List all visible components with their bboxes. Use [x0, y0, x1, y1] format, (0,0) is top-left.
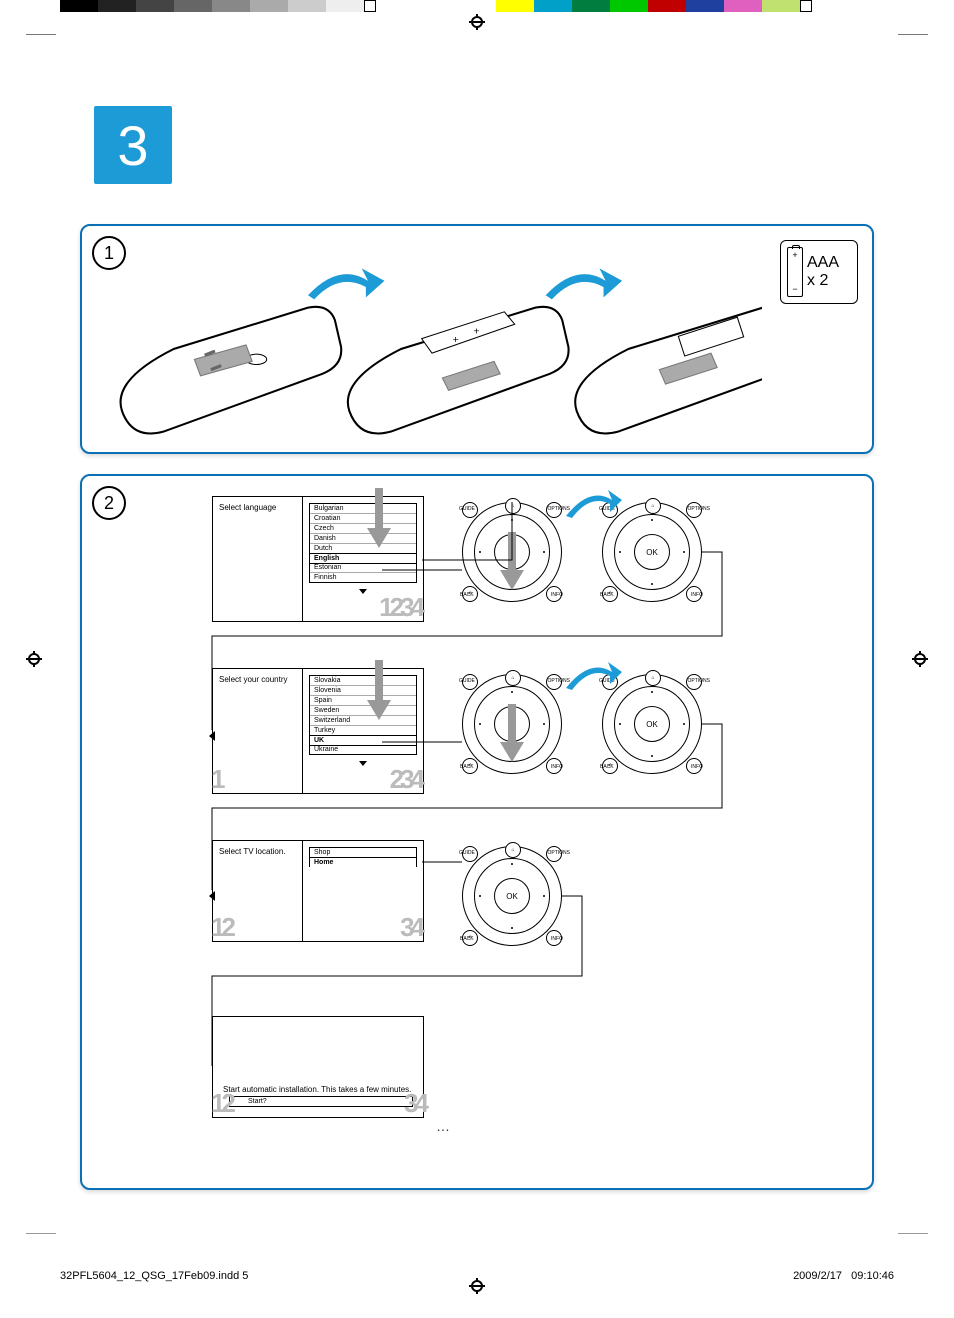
panel-batteries: 1 + − AAA x 2 [80, 224, 874, 454]
big-numbers: 12 [211, 912, 232, 943]
footer-file: 32PFL5604_12_QSG_17Feb09.indd 5 [60, 1270, 248, 1282]
list-item: Croatian [310, 514, 416, 524]
big-numbers: 12 [211, 1088, 232, 1119]
home-icon: ⌂ [645, 498, 661, 514]
navpad-ok: OK ↶ ⌂ GUIDE OPTIONS BACK INFO [462, 846, 562, 946]
country-list: Slovakia Slovenia Spain Sweden Switzerla… [309, 675, 417, 755]
crop-mark [898, 1233, 928, 1234]
big-numbers: 1234 [379, 592, 421, 623]
guide-label: GUIDE [459, 506, 475, 512]
page: 3 1 + − AAA x 2 [0, 0, 954, 1318]
list-item: Estonian [310, 563, 416, 573]
info-label: INFO [551, 764, 563, 770]
options-label: OPTIONS [547, 850, 570, 856]
battery-minus: − [792, 284, 797, 294]
list-item: Slovakia [310, 676, 416, 686]
navpad-scroll: ↶ ⌂ GUIDE OPTIONS BACK INFO [462, 674, 562, 774]
registration-mark-icon [469, 1278, 485, 1294]
menu-language: Select language Bulgarian Croatian Czech… [212, 496, 424, 622]
chevron-left-icon [209, 891, 215, 901]
back-label: BACK [460, 592, 474, 598]
chevron-down-icon [359, 589, 367, 594]
crop-mark [26, 34, 56, 64]
ellipsis: … [436, 1118, 453, 1134]
ok-button: OK [634, 706, 670, 742]
battery-plus: + [792, 250, 797, 260]
menu-install: 12 34 Start automatic installation. This… [212, 1016, 424, 1118]
registration-mark-icon [26, 651, 42, 667]
content: 3 1 + − AAA x 2 [60, 46, 894, 1268]
home-icon: ⌂ [505, 842, 521, 858]
info-label: INFO [551, 592, 563, 598]
list-item: Finnish [310, 573, 416, 582]
language-list: Bulgarian Croatian Czech Danish Dutch En… [309, 503, 417, 583]
options-label: OPTIONS [687, 506, 710, 512]
list-item: Danish [310, 534, 416, 544]
guide-label: GUIDE [459, 850, 475, 856]
battery-icon: + − [787, 247, 803, 297]
svg-text:+: + [453, 335, 459, 346]
options-label: OPTIONS [687, 678, 710, 684]
chevron-left-icon [209, 731, 215, 741]
guide-label: GUIDE [459, 678, 475, 684]
chevron-down-icon [359, 761, 367, 766]
menu-location: Select TV location. 12 Shop Home 34 [212, 840, 424, 942]
arrow-curve-icon [566, 490, 622, 520]
menu-title: Select language [219, 503, 276, 512]
home-icon: ⌂ [645, 670, 661, 686]
info-label: INFO [551, 936, 563, 942]
back-label: BACK [460, 764, 474, 770]
navpad-scroll: ↶ ⌂ GUIDE OPTIONS BACK INFO [462, 502, 562, 602]
arrow-down-icon [367, 488, 391, 548]
install-text: Start automatic installation. This takes… [223, 1085, 413, 1094]
arrow-curve-icon [566, 662, 622, 692]
remote-illustrations: + + [102, 256, 762, 442]
ok-button: OK [494, 878, 530, 914]
ok-button: OK [634, 534, 670, 570]
list-item: Ukraine [310, 745, 416, 754]
home-icon: ⌂ [505, 498, 521, 514]
location-list: Shop Home [309, 847, 417, 867]
panel-setup: 2 Select language Bulgarian Croatian Cze… [80, 474, 874, 1190]
menu-country: Select your country 1 Slovakia Slovenia … [212, 668, 424, 794]
svg-text:+: + [473, 327, 479, 338]
battery-label: AAA x 2 [807, 254, 839, 289]
battery-requirement: + − AAA x 2 [780, 240, 858, 304]
arrow-down-icon [500, 704, 524, 762]
arrow-down-icon [500, 532, 524, 590]
info-label: INFO [691, 592, 703, 598]
home-icon: ⌂ [505, 670, 521, 686]
registration-mark-icon [912, 651, 928, 667]
arrow-down-icon [367, 660, 391, 720]
menu-title: Select your country [219, 675, 287, 684]
list-item: Switzerland [310, 716, 416, 726]
substep-2: 2 [92, 486, 126, 520]
list-item: Bulgarian [310, 504, 416, 514]
info-label: INFO [691, 764, 703, 770]
calibration-bars [0, 0, 954, 12]
back-label: BACK [600, 592, 614, 598]
list-item: Czech [310, 524, 416, 534]
crop-mark [26, 1233, 56, 1234]
start-button[interactable]: Start? [229, 1096, 413, 1107]
menu-title: Select TV location. [219, 847, 286, 856]
big-numbers: 1 [211, 764, 225, 795]
list-item-selected: Home [309, 857, 417, 867]
list-item: Slovenia [310, 686, 416, 696]
footer-datetime: 2009/2/17 09:10:46 [793, 1270, 894, 1282]
back-label: BACK [460, 936, 474, 942]
big-numbers: 34 [400, 912, 421, 943]
step-badge: 3 [94, 106, 172, 184]
big-numbers: 234 [390, 764, 421, 795]
back-label: BACK [600, 764, 614, 770]
crop-mark [898, 34, 928, 64]
big-numbers: 34 [404, 1088, 425, 1119]
registration-mark-icon [469, 14, 485, 30]
list-item: Sweden [310, 706, 416, 716]
list-item: Spain [310, 696, 416, 706]
